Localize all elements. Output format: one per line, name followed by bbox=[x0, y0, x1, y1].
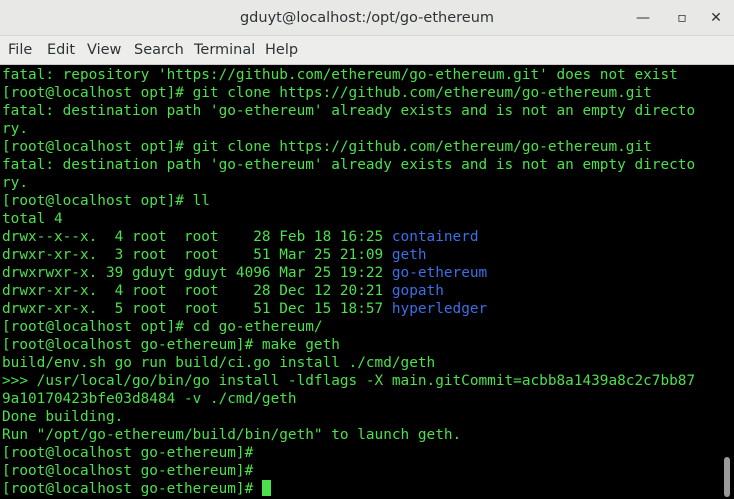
window-title: gduyt@localhost:/opt/go-ethereum bbox=[239, 10, 495, 26]
listing-meta: drwx--x--x. 4 root root 28 Feb 18 16:25 bbox=[2, 229, 392, 245]
terminal-line: fatal: repository 'https://github.com/et… bbox=[2, 67, 678, 83]
terminal-line: [root@localhost opt]# ll bbox=[2, 193, 210, 209]
terminal-line: Done building. bbox=[2, 409, 124, 425]
directory-name: geth bbox=[391, 247, 427, 263]
menu-help[interactable]: Help bbox=[265, 36, 298, 64]
terminal-line: [root@localhost go-ethereum]# make geth bbox=[2, 337, 340, 353]
prompt-line[interactable]: [root@localhost go-ethereum]# bbox=[2, 480, 271, 498]
terminal-line: fatal: destination path 'go-ethereum' al… bbox=[2, 103, 696, 119]
terminal-line: ry. bbox=[2, 121, 28, 137]
directory-name: hyperledger bbox=[391, 301, 488, 317]
listing-row: drwxr-xr-x. 5 root root 51 Dec 15 18:57 … bbox=[2, 300, 487, 318]
terminal-window: gduyt@localhost:/opt/go-ethereum — ▫ ✕ F… bbox=[0, 0, 734, 499]
menu-bar: File Edit View Search Terminal Help bbox=[0, 36, 734, 65]
menu-edit[interactable]: Edit bbox=[47, 36, 75, 64]
scrollbar-thumb[interactable] bbox=[724, 457, 730, 497]
listing-row: drwxr-xr-x. 4 root root 28 Dec 12 20:21 … bbox=[2, 282, 444, 300]
directory-name: gopath bbox=[391, 283, 444, 299]
listing-row: drwx--x--x. 4 root root 28 Feb 18 16:25 … bbox=[2, 228, 479, 246]
menu-view[interactable]: View bbox=[87, 36, 121, 64]
terminal-line: ry. bbox=[2, 175, 28, 191]
terminal-line: [root@localhost opt]# git clone https://… bbox=[2, 139, 652, 155]
listing-meta: drwxr-xr-x. 5 root root 51 Dec 15 18:57 bbox=[2, 301, 392, 317]
directory-name: go-ethereum bbox=[391, 265, 488, 281]
terminal-line: [root@localhost opt]# cd go-ethereum/ bbox=[2, 319, 323, 335]
shell-prompt: [root@localhost go-ethereum]# bbox=[2, 481, 262, 497]
text-cursor bbox=[261, 480, 271, 496]
listing-row: drwxr-xr-x. 3 root root 51 Mar 25 21:09 … bbox=[2, 246, 427, 264]
terminal-line: 9a10170423bfe03d8484 -v ./cmd/geth bbox=[2, 391, 297, 407]
title-bar[interactable]: gduyt@localhost:/opt/go-ethereum — ▫ ✕ bbox=[0, 0, 734, 36]
close-icon[interactable]: ✕ bbox=[707, 9, 725, 27]
terminal-output[interactable]: fatal: repository 'https://github.com/et… bbox=[0, 65, 720, 499]
listing-meta: drwxr-xr-x. 4 root root 28 Dec 12 20:21 bbox=[2, 283, 392, 299]
terminal-line: build/env.sh go run build/ci.go install … bbox=[2, 355, 436, 371]
terminal-line: >>> /usr/local/go/bin/go install -ldflag… bbox=[2, 373, 696, 389]
directory-name: containerd bbox=[391, 229, 479, 245]
terminal-line: [root@localhost go-ethereum]# bbox=[2, 445, 254, 461]
minimize-icon[interactable]: — bbox=[634, 9, 652, 27]
terminal-line: total 4 bbox=[2, 211, 63, 227]
menu-search[interactable]: Search bbox=[134, 36, 184, 64]
listing-meta: drwxr-xr-x. 3 root root 51 Mar 25 21:09 bbox=[2, 247, 392, 263]
terminal-line: [root@localhost opt]# git clone https://… bbox=[2, 85, 652, 101]
menu-file[interactable]: File bbox=[8, 36, 32, 64]
listing-meta: drwxrwxr-x. 39 gduyt gduyt 4096 Mar 25 1… bbox=[2, 265, 392, 281]
terminal-line: Run "/opt/go-ethereum/build/bin/geth" to… bbox=[2, 427, 462, 443]
maximize-icon[interactable]: ▫ bbox=[673, 9, 691, 27]
terminal-line: [root@localhost go-ethereum]# bbox=[2, 463, 254, 479]
scrollbar-track[interactable] bbox=[720, 65, 734, 499]
terminal-line: fatal: destination path 'go-ethereum' al… bbox=[2, 157, 696, 173]
menu-terminal[interactable]: Terminal bbox=[194, 36, 255, 64]
listing-row: drwxrwxr-x. 39 gduyt gduyt 4096 Mar 25 1… bbox=[2, 264, 487, 282]
